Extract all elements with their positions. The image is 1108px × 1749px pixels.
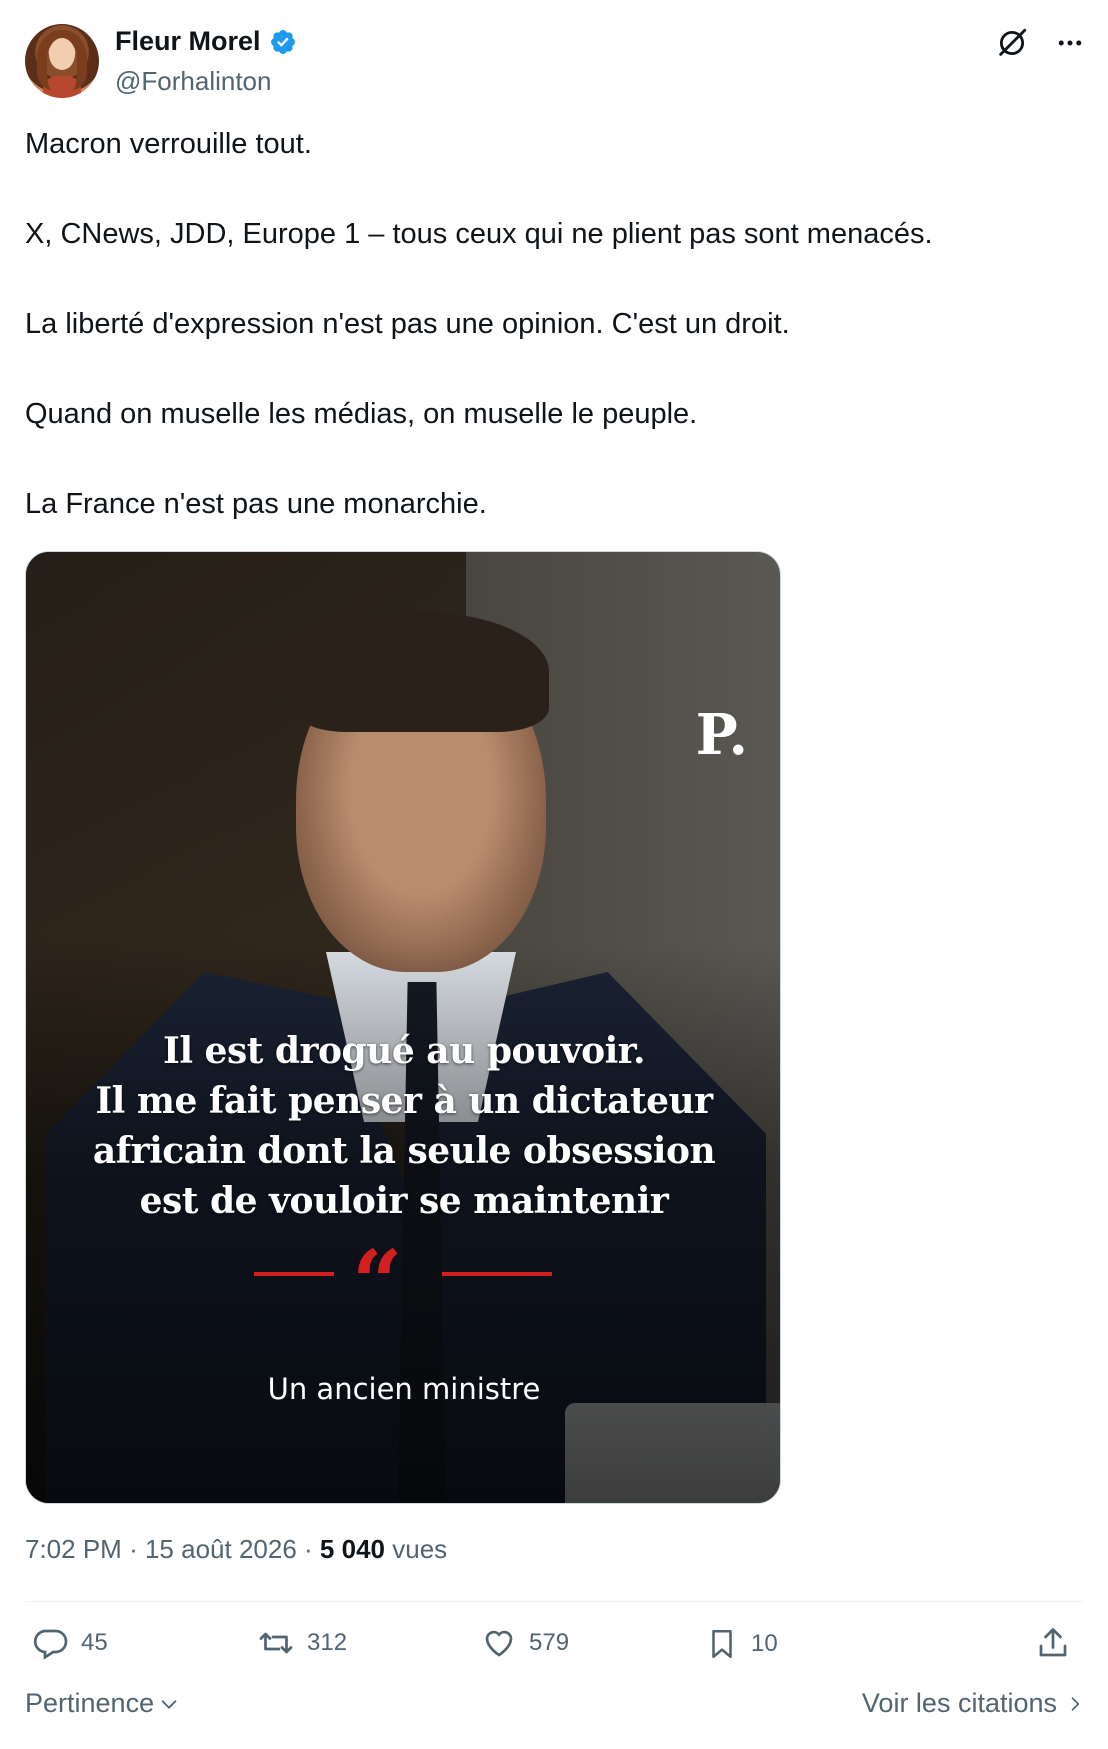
- tweet-paragraph: La France n'est pas une monarchie.: [25, 488, 487, 520]
- sort-label: Pertinence: [25, 1688, 155, 1718]
- author-display-name[interactable]: Fleur Morel: [115, 26, 261, 57]
- quote-mark-icon: “: [352, 1230, 403, 1334]
- verified-badge-icon[interactable]: [269, 28, 297, 56]
- share-icon: [1039, 1628, 1067, 1657]
- quote-line: africain dont la seule obsession: [92, 1130, 716, 1172]
- tweet-paragraph: X, CNews, JDD, Europe 1 – tous ceux qui …: [25, 218, 933, 250]
- tweet-paragraph: Macron verrouille tout.: [25, 128, 312, 160]
- reply-count: 45: [81, 1629, 108, 1656]
- views-label: vues: [392, 1534, 448, 1564]
- author-name-row[interactable]: Fleur Morel: [115, 26, 297, 57]
- sort-dropdown[interactable]: Pertinence: [25, 1688, 180, 1719]
- tweet-time[interactable]: 7:02 PM: [25, 1534, 122, 1564]
- bookmark-icon: [712, 1629, 732, 1659]
- like-count: 579: [529, 1629, 570, 1656]
- share-button[interactable]: [1035, 1625, 1071, 1661]
- reply-button[interactable]: 45: [33, 1625, 108, 1661]
- repost-count: 312: [307, 1629, 348, 1656]
- bookmark-count: 10: [751, 1630, 778, 1657]
- tweet-actions: 45 312 579 10: [25, 1625, 1085, 1675]
- quote-rule-left: [254, 1272, 334, 1276]
- meta-separator: ·: [129, 1534, 138, 1564]
- replies-footer: Pertinence Voir les citations: [25, 1688, 1085, 1728]
- tweet-meta: 7:02 PM · 15 août 2026 · 5 040 vues: [25, 1534, 447, 1565]
- quote-line: Il me fait penser à un dictateur: [95, 1080, 713, 1122]
- quotes-label: Voir les citations: [861, 1688, 1057, 1718]
- views-count: 5 040: [319, 1534, 385, 1564]
- chevron-down-icon: [161, 1699, 177, 1709]
- like-button[interactable]: 579: [481, 1625, 569, 1661]
- quote-attribution: Un ancien ministre: [267, 1372, 541, 1406]
- repost-button[interactable]: 312: [257, 1625, 347, 1661]
- repost-icon: [259, 1632, 293, 1654]
- tweet-paragraph: Quand on muselle les médias, on muselle …: [25, 398, 698, 430]
- like-icon: [485, 1630, 513, 1657]
- tweet-media-image[interactable]: P. Il est drogué au pouvoir. Il me fait …: [25, 551, 781, 1504]
- quote-rule-right: [442, 1272, 552, 1276]
- tweet-paragraph: La liberté d'expression n'est pas une op…: [25, 308, 790, 340]
- media-logo: P.: [695, 702, 748, 768]
- meta-separator: ·: [304, 1534, 313, 1564]
- tweet-text: Macron verrouille tout. X, CNews, JDD, E…: [25, 122, 1065, 572]
- tweet-header: Fleur Morel @Forhalinton: [25, 22, 1085, 102]
- divider: [25, 1601, 1083, 1602]
- chevron-right-icon: [1071, 1696, 1080, 1711]
- media-quote: Il est drogué au pouvoir. Il me fait pen…: [26, 1026, 780, 1226]
- photo-hair: [294, 612, 549, 732]
- bookmark-button[interactable]: 10: [705, 1625, 778, 1663]
- reply-icon: [33, 1629, 68, 1660]
- quote-line: est de vouloir se maintenir: [139, 1180, 669, 1222]
- more-icon[interactable]: [1055, 28, 1085, 58]
- view-quotes-link[interactable]: Voir les citations: [862, 1688, 1085, 1719]
- avatar[interactable]: [25, 24, 99, 98]
- author-handle[interactable]: @Forhalinton: [115, 66, 271, 97]
- quote-line: Il est drogué au pouvoir.: [162, 1030, 646, 1072]
- tweet-date[interactable]: 15 août 2026: [145, 1534, 297, 1564]
- grok-icon[interactable]: [995, 26, 1029, 60]
